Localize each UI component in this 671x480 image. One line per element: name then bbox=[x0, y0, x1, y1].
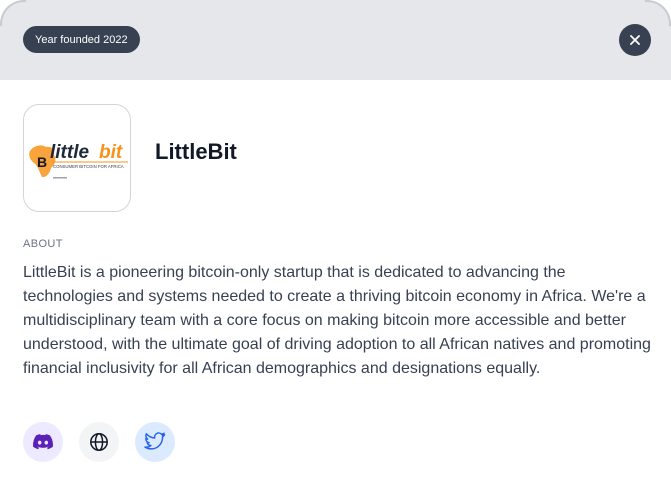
hero-banner: Year founded 2022 bbox=[0, 0, 671, 80]
twitter-link[interactable] bbox=[135, 422, 175, 462]
hero-corner bbox=[645, 0, 671, 26]
discord-icon bbox=[33, 434, 53, 450]
company-name: LittleBit bbox=[155, 139, 237, 164]
twitter-icon bbox=[144, 432, 166, 450]
svg-text:B: B bbox=[37, 154, 47, 170]
company-logo: B little bit CONSUMER BITCOIN FOR AFRICA bbox=[23, 104, 131, 212]
website-link[interactable] bbox=[79, 422, 119, 462]
year-founded-badge: Year founded 2022 bbox=[23, 26, 140, 53]
about-description: LittleBit is a pioneering bitcoin-only s… bbox=[23, 264, 651, 377]
globe-icon bbox=[90, 433, 108, 451]
hero-corner bbox=[0, 0, 26, 26]
discord-link[interactable] bbox=[23, 422, 63, 462]
close-button[interactable] bbox=[619, 24, 651, 56]
svg-text:CONSUMER BITCOIN FOR AFRICA: CONSUMER BITCOIN FOR AFRICA bbox=[53, 164, 124, 169]
about-heading: ABOUT bbox=[23, 238, 63, 250]
svg-text:bit: bit bbox=[99, 142, 123, 163]
littlebit-logo-icon: B little bit CONSUMER BITCOIN FOR AFRICA bbox=[29, 142, 128, 179]
svg-text:little: little bbox=[50, 142, 89, 163]
close-icon bbox=[630, 35, 640, 45]
